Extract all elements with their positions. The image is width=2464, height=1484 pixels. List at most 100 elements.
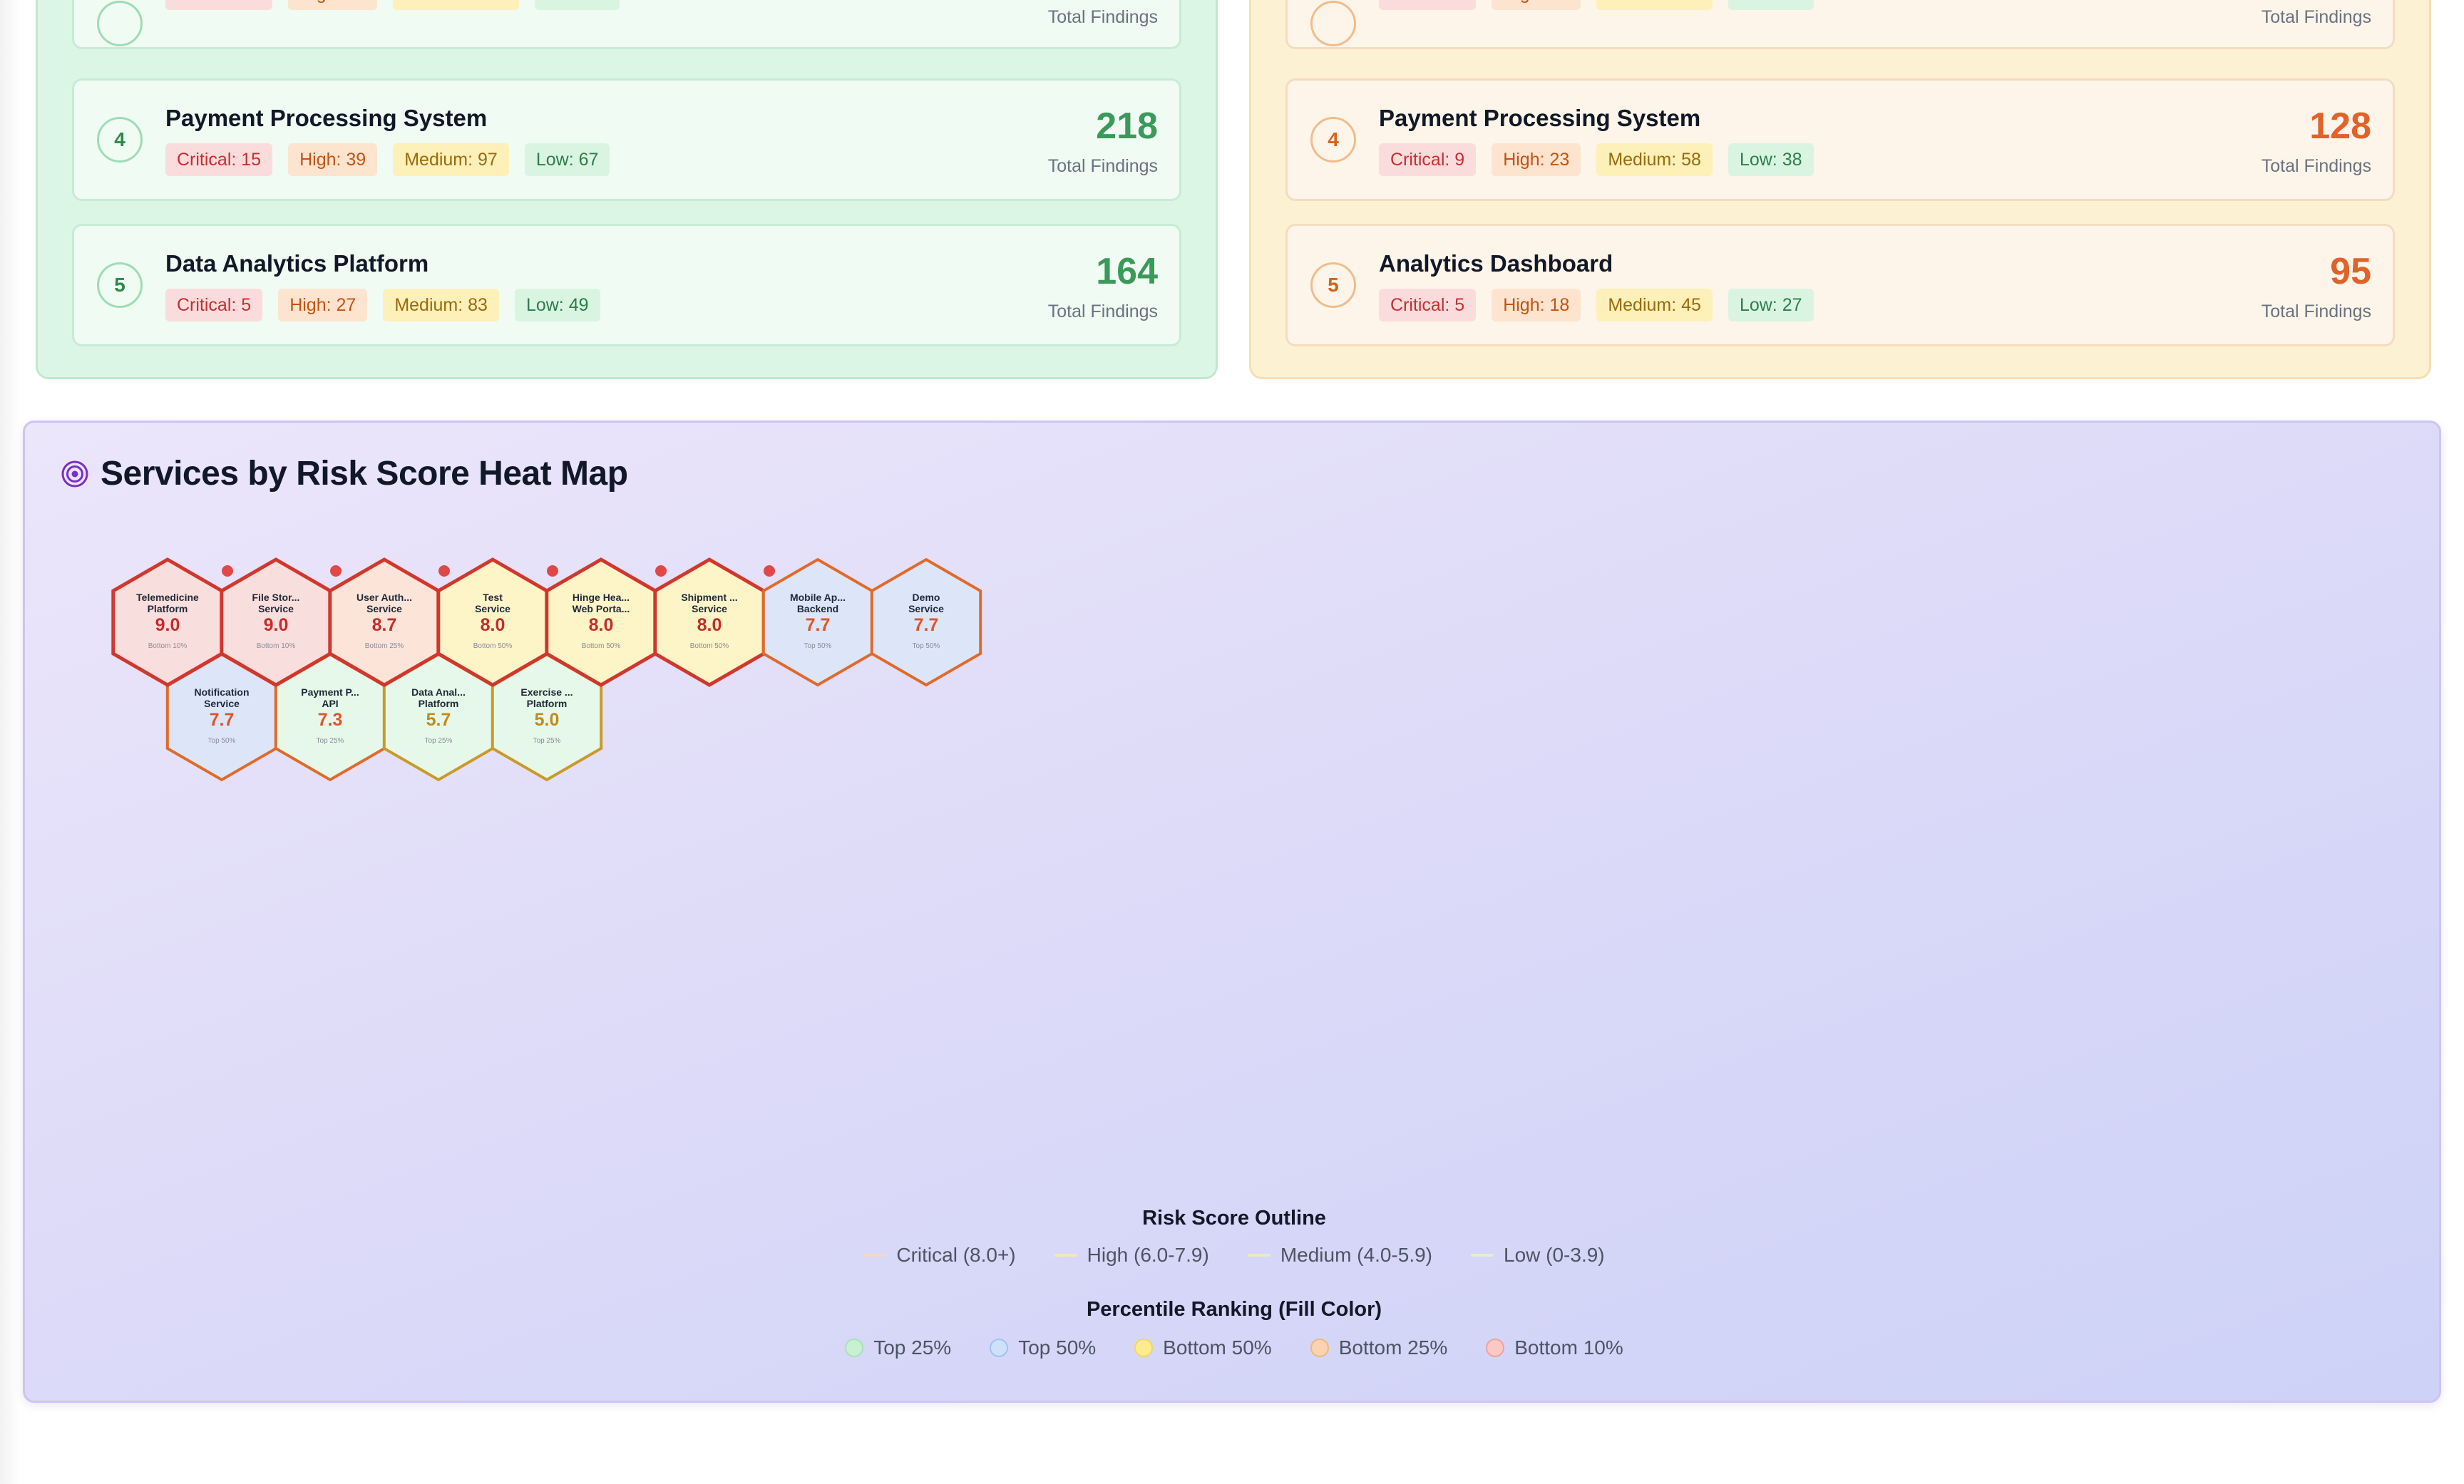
right-service-card-5[interactable]: 5 Analytics Dashboard Critical: 5 High: … [1285,224,2395,346]
service-hex-percentile: Bottom 25% [365,642,404,650]
rank-circle [1310,0,1356,46]
outline-legend: Critical (8.0+) High (6.0-7.9) Medium (4.0… [25,1244,2443,1267]
legend-label: Top 50% [1018,1336,1097,1359]
service-hex-name: User Auth... [356,592,412,603]
legend-label: High (6.0-7.9) [1087,1244,1209,1266]
left-service-card-3[interactable]: Critical: 13 High: 43 Medium: 107 Low: 7… [72,0,1181,49]
service-hex[interactable]: Mobile Ap...Backend7.7 Top 50% [761,557,874,687]
severity-badges: Critical: 15 High: 39 Medium: 97 Low: 67 [165,143,610,176]
legend-line-swatch [1247,1254,1270,1257]
service-hex-score: 8.0 [589,615,614,635]
hex-heatmap-grid: NotificationService7.7Top 50%Payment P..… [111,557,982,782]
legend-line-swatch [863,1254,887,1257]
right-findings-panel: Critical: 7 High: 25 Medium: 68 Low: 40 … [1249,0,2431,379]
high-badge: High: 27 [278,289,368,321]
right-service-card-3[interactable]: Critical: 7 High: 25 Medium: 68 Low: 40 … [1285,0,2395,49]
legend-label: Critical (8.0+) [896,1244,1016,1266]
service-hex-name: Service [366,603,402,614]
alert-dot [655,565,667,577]
alert-dot [438,565,450,577]
service-hex-percentile: Top 50% [804,642,832,650]
service-hex-name: Platform [148,603,188,614]
service-hex-name: Hinge Hea... [573,592,630,603]
total-findings-count: 128 [2309,105,2371,147]
legend-label: Top 25% [873,1336,952,1359]
low-badge: Low: 67 [524,143,610,176]
outline-legend-item: Low (0-3.9) [1471,1244,1605,1267]
alert-dot [547,565,558,577]
service-hex-name: Service [475,603,510,614]
service-hex-percentile: Bottom 50% [582,642,621,650]
fill-legend-item: Top 50% [990,1336,1096,1359]
outline-legend-item: Medium (4.0-5.9) [1247,1244,1432,1267]
total-findings-label: Total Findings [1047,156,1158,176]
service-hex-percentile: Top 25% [533,737,561,745]
legend-dot-swatch [1310,1339,1329,1357]
legend-label: Bottom 10% [1514,1336,1623,1359]
outline-legend-item: High (6.0-7.9) [1054,1244,1209,1267]
risk-heatmap-section: Services by Risk Score Heat Map Notifica… [23,421,2441,1403]
rank-circle: 4 [97,117,143,163]
service-hex-name: Shipment ... [681,592,737,603]
critical-badge: Critical: 9 [1379,143,1477,176]
low-badge: Low: 38 [1728,143,1814,176]
legend-label: Low (0-3.9) [1504,1244,1605,1266]
low-badge: Low: 49 [514,289,600,321]
left-findings-panel: Critical: 13 High: 43 Medium: 107 Low: 7… [36,0,1218,379]
service-hex-percentile: Bottom 10% [148,642,188,650]
service-hex-name: Backend [797,603,838,614]
service-hex[interactable]: Shipment ...Service8.0 Bottom 50% [653,557,766,687]
service-hex-name: Platform [527,698,568,709]
high-badge: High: 25 [1492,0,1581,10]
medium-badge: Medium: 58 [1596,143,1713,176]
rank-circle: 5 [1310,262,1356,308]
service-hex-score: 5.0 [535,710,560,730]
service-hex-name: Payment P... [301,686,359,698]
severity-badges: Critical: 13 High: 43 Medium: 107 Low: 7… [165,0,620,10]
total-findings-label: Total Findings [2261,156,2371,176]
service-hex-score: 8.7 [372,615,397,635]
service-name: Payment Processing System [1379,105,1701,131]
high-badge: High: 43 [288,0,378,10]
fill-legend-item: Top 25% [845,1336,951,1359]
service-hex-name: Service [258,603,294,614]
right-service-card-4[interactable]: 4 Payment Processing System Critical: 9 … [1285,78,2395,201]
left-service-card-4[interactable]: 4 Payment Processing System Critical: 15… [72,78,1181,201]
left-service-card-5[interactable]: 5 Data Analytics Platform Critical: 5 Hi… [72,224,1181,346]
legend-line-swatch [1054,1254,1077,1257]
medium-badge: Medium: 68 [1596,0,1713,10]
legend-label: Medium (4.0-5.9) [1280,1244,1432,1266]
service-name: Payment Processing System [165,105,488,131]
severity-badges: Critical: 9 High: 23 Medium: 58 Low: 38 [1379,143,1814,176]
service-hex-percentile: Bottom 50% [473,642,513,650]
service-hex-name: Web Porta... [573,603,630,614]
fill-legend: Top 25% Top 50% Bottom 50% Bottom 25% Bottom… [25,1336,2443,1359]
total-findings-label: Total Findings [1047,7,1158,27]
fill-legend-title: Percentile Ranking (Fill Color) [1086,1298,1382,1321]
alert-dot [764,565,775,577]
service-hex-score: 9.0 [264,615,289,635]
service-hex-percentile: Top 25% [425,737,453,745]
critical-badge: Critical: 15 [165,143,273,176]
page-edge-shadow [0,0,20,1484]
legend-dot-swatch [1134,1339,1154,1357]
fill-legend-item: Bottom 10% [1486,1336,1623,1359]
service-hex[interactable]: DemoService7.7 Top 50% [870,557,982,687]
service-hex-name: File Stor... [252,592,300,603]
critical-badge: Critical: 5 [1379,289,1477,321]
service-hex-name: Mobile Ap... [790,592,846,603]
service-hex-percentile: Top 50% [208,737,236,745]
service-hex-name: Platform [419,698,459,709]
high-badge: High: 23 [1492,143,1581,176]
service-hex-percentile: Bottom 10% [257,642,296,650]
medium-badge: Medium: 97 [393,143,509,176]
service-hex-score: 8.0 [481,615,505,635]
legend-label: Bottom 25% [1338,1336,1448,1359]
medium-badge: Medium: 107 [393,0,519,10]
service-hex-name: Service [204,698,240,709]
service-hex-name: Notification [195,686,250,698]
rank-circle [97,0,143,46]
service-hex-percentile: Top 25% [317,737,344,745]
service-hex-score: 7.7 [210,710,235,730]
critical-badge: Critical: 5 [165,289,263,321]
